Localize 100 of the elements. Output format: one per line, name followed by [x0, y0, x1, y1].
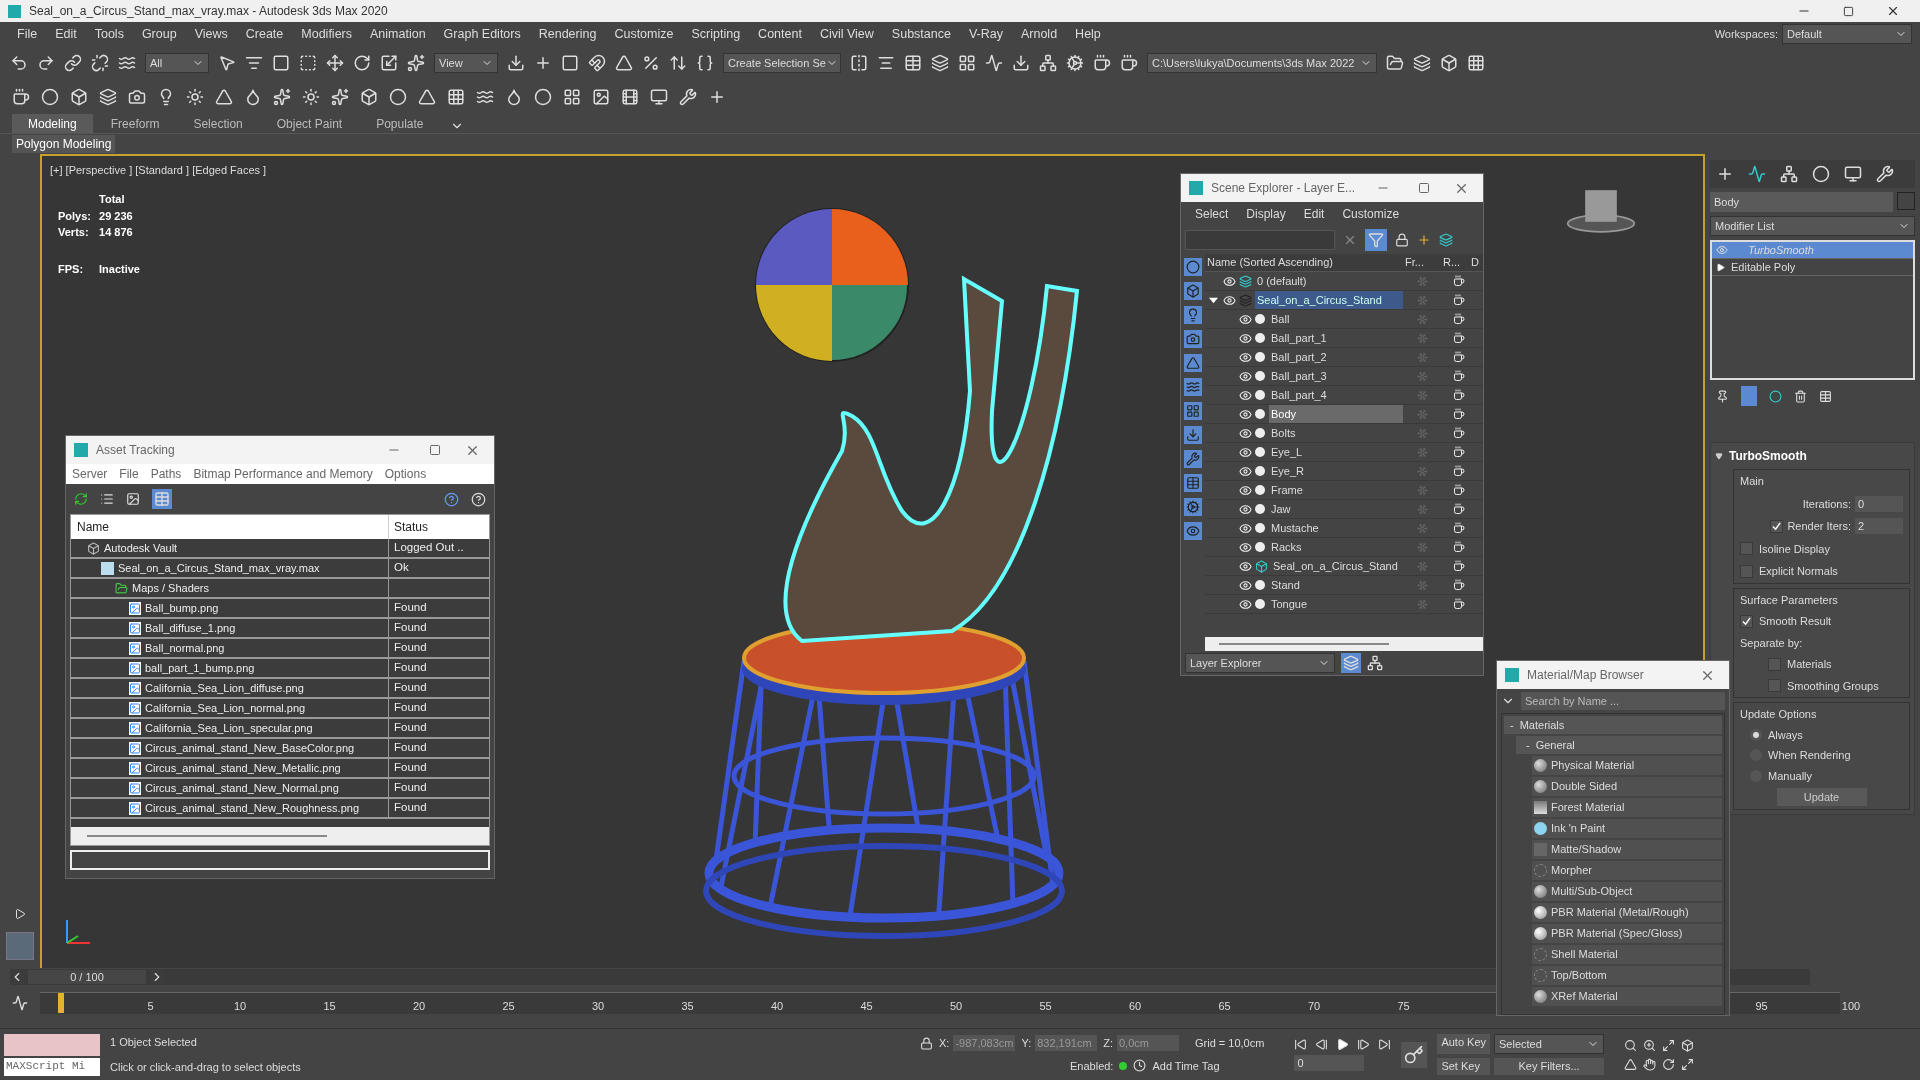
sparkle-icon[interactable]	[407, 54, 425, 72]
previous-frame-icon[interactable]	[1315, 1038, 1329, 1051]
material-list-item[interactable]: Multi/Sub-Object	[1532, 882, 1722, 901]
render-teapot-icon[interactable]	[1453, 484, 1465, 496]
layers-icon[interactable]	[99, 88, 117, 106]
menu-item[interactable]: Modifiers	[292, 24, 361, 44]
download-icon[interactable]	[1012, 54, 1030, 72]
restore-icon[interactable]	[1843, 5, 1854, 17]
list-view-icon[interactable]	[100, 492, 114, 506]
display-filter-icon[interactable]	[1184, 402, 1202, 420]
column-header[interactable]: Status	[389, 515, 489, 539]
add-layer-icon[interactable]	[1417, 233, 1431, 247]
render-teapot-icon[interactable]	[1453, 370, 1465, 382]
render-teapot-icon[interactable]	[1453, 446, 1465, 458]
menu-item[interactable]: Select	[1195, 205, 1229, 223]
square-icon[interactable]	[561, 54, 579, 72]
teapot-icon[interactable]	[1120, 54, 1138, 72]
material-list-item[interactable]: Double Sided	[1532, 777, 1722, 796]
radio-button[interactable]	[1750, 728, 1762, 741]
image-icon[interactable]	[592, 88, 610, 106]
display-filter-icon[interactable]	[1184, 282, 1202, 300]
display-filter-icon[interactable]	[1184, 306, 1202, 324]
triangle-icon[interactable]	[215, 88, 233, 106]
rotate-icon[interactable]	[353, 54, 371, 72]
ribbon-tab[interactable]: Modeling	[12, 114, 93, 133]
category-header[interactable]: - Materials	[1504, 716, 1722, 734]
redo-icon[interactable]	[37, 54, 55, 72]
add-time-tag-button[interactable]: Add Time Tag	[1152, 1057, 1220, 1074]
unlink-icon[interactable]	[91, 54, 109, 72]
menu-item[interactable]: Help	[1066, 24, 1110, 44]
display-filter-icon[interactable]	[1184, 522, 1202, 540]
close-icon[interactable]	[1886, 4, 1900, 18]
curve-icon[interactable]	[985, 54, 1003, 72]
wrench-icon[interactable]	[679, 88, 697, 106]
render-teapot-icon[interactable]	[1453, 313, 1465, 325]
display-filter-icon[interactable]	[1184, 378, 1202, 396]
material-list-item[interactable]: Shell Material	[1532, 945, 1722, 964]
motion-tab-icon[interactable]	[1812, 165, 1830, 183]
render-teapot-icon[interactable]	[1453, 332, 1465, 344]
maxscript-field[interactable]: MAXScript Mi	[4, 1057, 100, 1076]
ribbon-tab[interactable]: Freeform	[94, 114, 176, 133]
material-list-item[interactable]: Morpher	[1532, 861, 1722, 880]
horizontal-scrollbar[interactable]	[71, 827, 489, 845]
eye-icon[interactable]	[1239, 597, 1252, 611]
orbit-icon[interactable]	[1662, 1057, 1675, 1071]
teapot-icon[interactable]	[1093, 54, 1111, 72]
expand-icon[interactable]	[14, 908, 26, 920]
layers-icon[interactable]	[1439, 233, 1453, 247]
next-frame-icon[interactable]	[1357, 1038, 1371, 1051]
auto-key-button[interactable]: Auto Key	[1437, 1034, 1490, 1055]
filter-icon[interactable]	[1365, 229, 1387, 251]
droplet-icon[interactable]	[244, 88, 262, 106]
layers-icon[interactable]	[1413, 54, 1431, 72]
eye-icon[interactable]	[1239, 483, 1252, 497]
checkbox[interactable]	[1768, 657, 1781, 671]
menu-item[interactable]: V-Ray	[959, 24, 1012, 44]
field-of-view-icon[interactable]	[1624, 1057, 1637, 1071]
eye-icon[interactable]	[1239, 521, 1252, 535]
grid-icon[interactable]	[1467, 54, 1485, 72]
eye-icon[interactable]	[1239, 426, 1252, 440]
material-list-item[interactable]: Physical Material	[1532, 756, 1722, 775]
tree-item[interactable]: Seal_on_a_Circus_Stand	[1255, 291, 1403, 309]
menu-item[interactable]: Substance	[882, 24, 960, 44]
ball-icon[interactable]	[534, 88, 552, 106]
menu-item[interactable]: Animation	[361, 24, 435, 44]
menu-item[interactable]: Arnold	[1011, 24, 1067, 44]
render-teapot-icon[interactable]	[1453, 560, 1465, 572]
monitor-icon[interactable]	[650, 88, 668, 106]
display-filter-icon[interactable]	[1184, 426, 1202, 444]
menu-item[interactable]: File	[119, 465, 139, 483]
plus-icon[interactable]	[534, 54, 552, 72]
move-icon[interactable]	[326, 54, 344, 72]
modifier-stack-item[interactable]: Editable Poly	[1712, 259, 1913, 276]
menu-item[interactable]: Graph Editors	[434, 24, 530, 44]
rectangle-icon[interactable]	[272, 54, 290, 72]
refresh-icon[interactable]	[74, 492, 88, 506]
mirror-icon[interactable]	[850, 54, 868, 72]
menu-item[interactable]: Civil View	[810, 24, 883, 44]
wave-icon[interactable]	[118, 54, 136, 72]
named-selection-dropdown[interactable]: Create Selection Se	[723, 53, 841, 73]
go-to-start-icon[interactable]	[1294, 1038, 1308, 1051]
burst-icon[interactable]	[331, 88, 349, 106]
ribbon-tab[interactable]: Object Paint	[260, 114, 359, 133]
menu-item[interactable]: Options	[384, 465, 427, 483]
create-tab-icon[interactable]	[1716, 165, 1734, 183]
modifier-list-dropdown[interactable]: Modifier List	[1710, 216, 1915, 236]
display-filter-icon[interactable]	[1184, 450, 1202, 468]
play-icon[interactable]	[1336, 1038, 1350, 1051]
zoom-extents-icon[interactable]	[1662, 1038, 1675, 1052]
circle-icon[interactable]	[41, 88, 59, 106]
menu-item[interactable]: Views	[185, 24, 237, 44]
eye-icon[interactable]	[1223, 293, 1236, 307]
scale-icon[interactable]	[380, 54, 398, 72]
menu-item[interactable]: Customize	[605, 24, 683, 44]
render-iters-spinner[interactable]: 2	[1855, 518, 1903, 535]
column-header[interactable]: Name (Sorted Ascending)	[1205, 254, 1403, 271]
eye-icon[interactable]	[1239, 502, 1252, 516]
update-button[interactable]: Update	[1776, 788, 1867, 806]
render-teapot-icon[interactable]	[1453, 408, 1465, 420]
teapot-icon[interactable]	[12, 88, 30, 106]
